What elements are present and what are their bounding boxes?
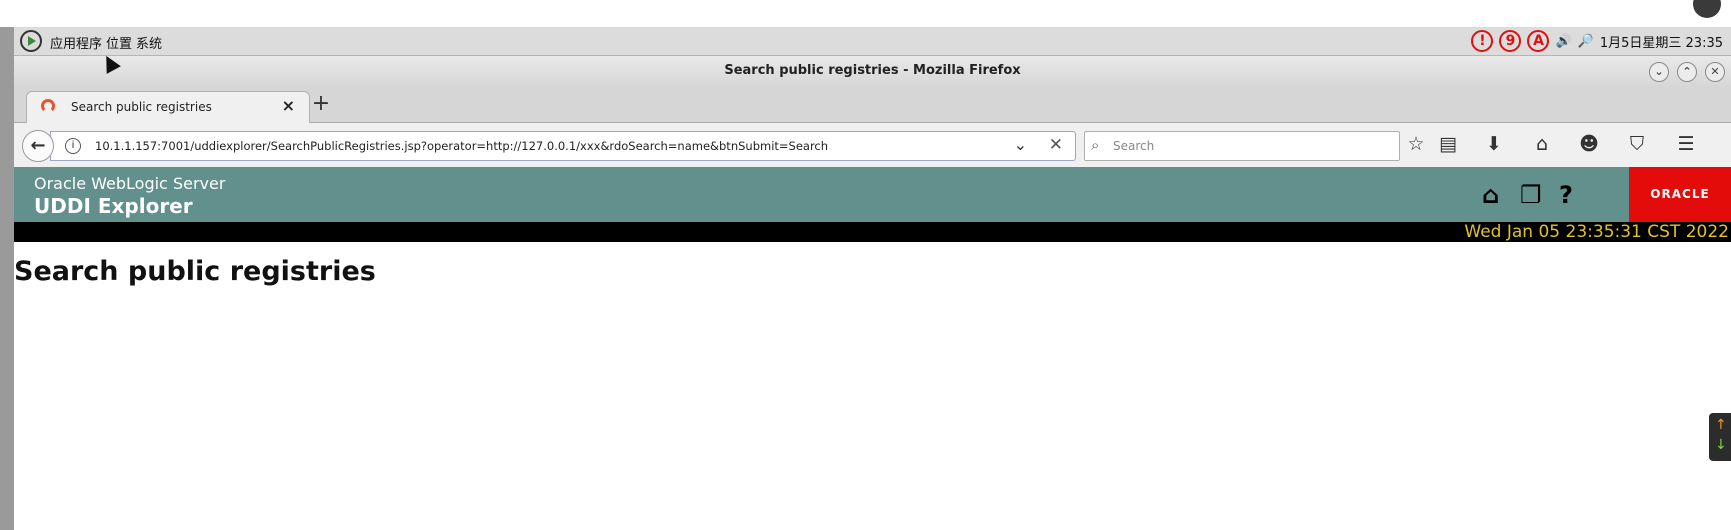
page-title: Search public registries <box>14 256 376 287</box>
banner-title: UDDI Explorer <box>34 194 193 218</box>
close-tab-icon[interactable]: × <box>282 96 295 115</box>
close-window-button[interactable]: ✕ <box>1705 62 1725 82</box>
help-icon[interactable]: ? <box>1559 181 1573 209</box>
maximize-button[interactable]: ⌃ <box>1677 62 1697 82</box>
notification-badge[interactable]: 9 <box>1499 30 1522 52</box>
smiley-icon[interactable]: ☻ <box>1577 133 1601 155</box>
server-datetime: Wed Jan 05 23:35:31 CST 2022 <box>1464 222 1729 242</box>
bookmark-star-icon[interactable]: ☆ <box>1404 133 1428 155</box>
weblogic-banner: Oracle WebLogic Server UDDI Explorer ⌂ ❐… <box>14 167 1731 222</box>
input-method-badge[interactable]: A <box>1527 30 1550 52</box>
new-tab-button[interactable]: + <box>306 91 336 116</box>
window-title: Search public registries - Mozilla Firef… <box>724 63 1021 78</box>
url-bar[interactable]: i 10.1.1.157:7001/uddiexplorer/SearchPub… <box>50 131 1076 161</box>
reader-list-icon[interactable]: ▤ <box>1436 133 1460 155</box>
host-left-edge <box>0 27 14 530</box>
menu-places[interactable]: 位置 <box>106 33 132 52</box>
hamburger-menu-icon[interactable]: ☰ <box>1674 133 1698 155</box>
arrow-down-icon[interactable]: ↓ <box>1715 437 1727 453</box>
navigation-bar: i 10.1.1.157:7001/uddiexplorer/SearchPub… <box>14 123 1731 168</box>
site-info-icon[interactable]: i <box>65 138 81 154</box>
tab-search-public-registries[interactable]: Search public registries × <box>26 91 310 123</box>
applications-icon[interactable] <box>19 29 43 53</box>
system-tray: ! 9 A 🔊 🔎 1月5日星期三 23:35 <box>1471 29 1723 53</box>
host-avatar <box>1693 0 1721 18</box>
oracle-logo: ORACLE <box>1629 167 1731 222</box>
url-text[interactable]: 10.1.1.157:7001/uddiexplorer/SearchPubli… <box>95 139 828 153</box>
loading-spinner-icon <box>41 99 55 113</box>
search-placeholder: Search <box>1113 139 1155 153</box>
date-bar: Wed Jan 05 23:35:31 CST 2022 <box>14 222 1731 242</box>
window-titlebar: Search public registries - Mozilla Firef… <box>14 56 1731 86</box>
scroll-widget[interactable]: ↑ ↓ <box>1709 413 1731 461</box>
chevron-down-icon[interactable]: ⌄ <box>1014 135 1027 154</box>
download-icon[interactable]: ⬇ <box>1482 133 1506 155</box>
menu-applications[interactable]: 应用程序 <box>50 33 102 52</box>
banner-subtitle: Oracle WebLogic Server <box>34 174 226 193</box>
clear-url-icon[interactable]: ✕ <box>1049 135 1063 155</box>
top-panel: 应用程序 位置 系统 ! 9 A 🔊 🔎 1月5日星期三 23:35 <box>14 27 1731 56</box>
tab-title: Search public registries <box>71 100 212 114</box>
volume-icon[interactable]: 🔊 <box>1555 34 1571 49</box>
tab-strip: Search public registries × + <box>14 86 1731 123</box>
host-top-bar <box>0 0 1731 27</box>
desktop: 应用程序 位置 系统 ! 9 A 🔊 🔎 1月5日星期三 23:35 Searc… <box>14 27 1731 530</box>
menu-system[interactable]: 系统 <box>136 33 162 52</box>
search-icon: ⌕ <box>1091 136 1100 154</box>
back-button[interactable]: ← <box>22 130 54 162</box>
clock[interactable]: 1月5日星期三 23:35 <box>1600 32 1723 51</box>
update-badge[interactable]: ! <box>1471 30 1494 52</box>
home-link-icon[interactable]: ⌂ <box>1482 181 1499 209</box>
search-field[interactable]: ⌕ Search <box>1084 131 1400 161</box>
pocket-icon[interactable]: ⛉ <box>1625 133 1649 155</box>
network-icon[interactable]: 🔎 <box>1578 34 1594 49</box>
windows-icon[interactable]: ❐ <box>1520 181 1542 209</box>
arrow-up-icon[interactable]: ↑ <box>1715 417 1727 433</box>
minimize-button[interactable]: ⌄ <box>1649 62 1669 82</box>
home-icon[interactable]: ⌂ <box>1530 133 1554 155</box>
